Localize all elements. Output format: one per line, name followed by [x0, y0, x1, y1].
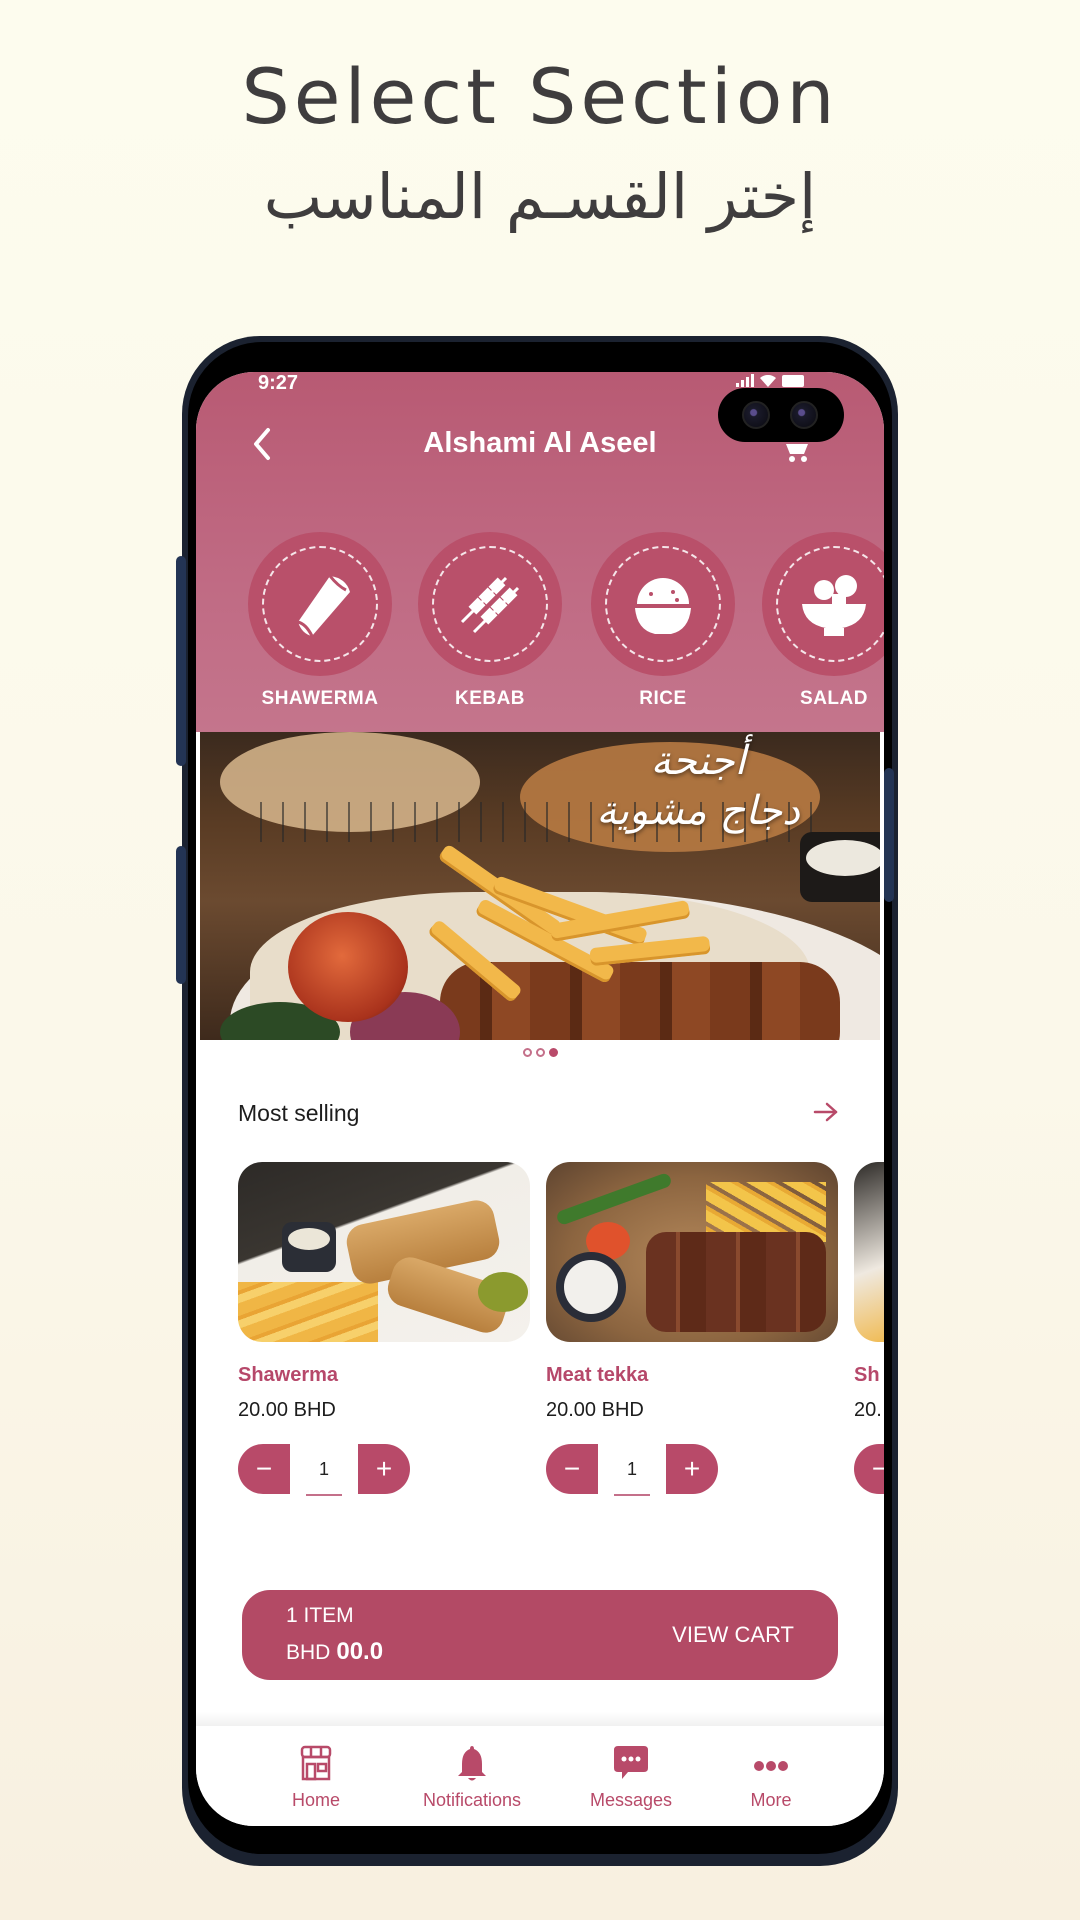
- carousel-dot-active[interactable]: [548, 1048, 558, 1057]
- bell-icon: [458, 1746, 486, 1781]
- product-card[interactable]: Shawerma 20.00 BHD − 1 +: [238, 1162, 530, 1496]
- banner-image-tomato: [288, 912, 408, 1022]
- decrement-button[interactable]: −: [546, 1444, 598, 1494]
- increment-button[interactable]: +: [666, 1444, 718, 1494]
- category-label: SALAD: [800, 688, 868, 709]
- battery-icon: [782, 375, 804, 387]
- tab-label: Notifications: [422, 1790, 522, 1810]
- product-price: 20.: [854, 1399, 882, 1421]
- shawerma-wrap-icon: [297, 575, 350, 637]
- carousel-dot[interactable]: [522, 1048, 532, 1057]
- product-name[interactable]: Shawerma: [238, 1364, 530, 1387]
- product-price: 20.00 BHD: [238, 1399, 336, 1421]
- header: 9:27 Alshami Al Aseel SHAWERMA KEBAB RIC…: [196, 372, 884, 732]
- banner-image-sauce: [800, 832, 880, 902]
- decrement-button[interactable]: −: [238, 1444, 290, 1494]
- status-icons: [736, 374, 804, 387]
- banner-caption-line1: أجنحة: [650, 738, 746, 784]
- tab-more[interactable]: More: [736, 1744, 806, 1811]
- product-price: 20.00 BHD: [546, 1399, 644, 1421]
- cart-button[interactable]: [782, 430, 812, 464]
- tab-label: Home: [291, 1790, 340, 1810]
- category-label: SHAWERMA: [261, 688, 379, 709]
- quantity-stepper: −: [854, 1444, 884, 1494]
- increment-button[interactable]: +: [358, 1444, 410, 1494]
- promo-banner[interactable]: أجنحة دجاج مشوية: [200, 732, 880, 1040]
- category-carousel[interactable]: SHAWERMA KEBAB RICE SALAD: [196, 532, 884, 712]
- category-salad[interactable]: SALAD: [762, 532, 884, 710]
- tab-messages[interactable]: Messages: [576, 1744, 686, 1811]
- category-shawerma[interactable]: SHAWERMA: [248, 532, 392, 710]
- product-image[interactable]: [238, 1162, 530, 1342]
- category-rice[interactable]: RICE: [591, 532, 735, 710]
- cart-item-count: 1 ITEM: [286, 1604, 354, 1627]
- promo-subtitle: إختر القسـم المناسب: [263, 160, 817, 233]
- store-icon: [300, 1745, 332, 1781]
- app-screen: 9:27 Alshami Al Aseel SHAWERMA KEBAB RIC…: [196, 372, 884, 1826]
- cart-icon: [786, 444, 808, 462]
- phone-side-button: [884, 768, 894, 902]
- product-name[interactable]: Sh: [854, 1364, 884, 1387]
- category-label: KEBAB: [454, 688, 526, 709]
- arrow-right-icon: [813, 1102, 838, 1122]
- cart-currency: BHD: [286, 1641, 331, 1664]
- category-label: RICE: [639, 688, 687, 709]
- tabbar-shadow: [196, 1712, 884, 1726]
- quantity-field[interactable]: 1: [290, 1444, 358, 1496]
- promo-title: Select Section: [241, 52, 839, 141]
- see-all-button[interactable]: [812, 1100, 840, 1124]
- phone-side-button: [176, 556, 186, 766]
- carousel-dot[interactable]: [535, 1048, 545, 1057]
- app-title: Alshami Al Aseel: [423, 427, 657, 459]
- quantity-stepper: − 1 +: [238, 1444, 530, 1496]
- quantity-stepper: − 1 +: [546, 1444, 838, 1496]
- banner-image-fries: [410, 843, 711, 1004]
- view-cart-bar[interactable]: 1 ITEM BHD 00.0 VIEW CART: [242, 1590, 838, 1680]
- wifi-icon: [760, 375, 776, 387]
- chat-bubble-icon: [614, 1746, 648, 1779]
- kebab-skewer-icon: [460, 576, 520, 634]
- product-image[interactable]: [854, 1162, 884, 1342]
- salad-bowl-icon: [802, 575, 866, 636]
- cart-total-value: 00.0: [336, 1638, 384, 1665]
- tab-label: More: [750, 1790, 792, 1810]
- product-name[interactable]: Meat tekka: [546, 1364, 838, 1387]
- tab-home[interactable]: Home: [276, 1744, 356, 1811]
- camera-lens: [790, 401, 818, 429]
- product-card-partial[interactable]: Sh 20. −: [854, 1162, 884, 1494]
- tab-notifications[interactable]: Notifications: [412, 1744, 532, 1811]
- cart-total: BHD 00.0: [286, 1638, 383, 1666]
- status-time: 9:27: [258, 372, 299, 394]
- carousel-indicator: [196, 1048, 884, 1057]
- banner-caption: أجنحة دجاج مشوية: [596, 736, 800, 836]
- camera-lens: [742, 401, 770, 429]
- phone-side-button: [176, 846, 186, 984]
- rice-bowl-icon: [635, 578, 691, 634]
- banner-caption-line2: دجاج مشوية: [596, 788, 800, 834]
- category-kebab[interactable]: KEBAB: [418, 532, 562, 710]
- decrement-button[interactable]: −: [854, 1444, 884, 1494]
- view-cart-button[interactable]: VIEW CART: [672, 1622, 794, 1648]
- product-card[interactable]: Meat tekka 20.00 BHD − 1 +: [546, 1162, 838, 1496]
- product-image[interactable]: [546, 1162, 838, 1342]
- tab-label: Messages: [589, 1790, 673, 1810]
- more-dots-icon: [754, 1761, 788, 1771]
- section-title: Most selling: [238, 1100, 360, 1126]
- bottom-tab-bar: Home Notifications Messages More: [196, 1726, 884, 1826]
- quantity-field[interactable]: 1: [598, 1444, 666, 1496]
- product-carousel[interactable]: Shawerma 20.00 BHD − 1 + Meat tekka 20.0…: [238, 1162, 884, 1522]
- signal-icon: [736, 374, 754, 387]
